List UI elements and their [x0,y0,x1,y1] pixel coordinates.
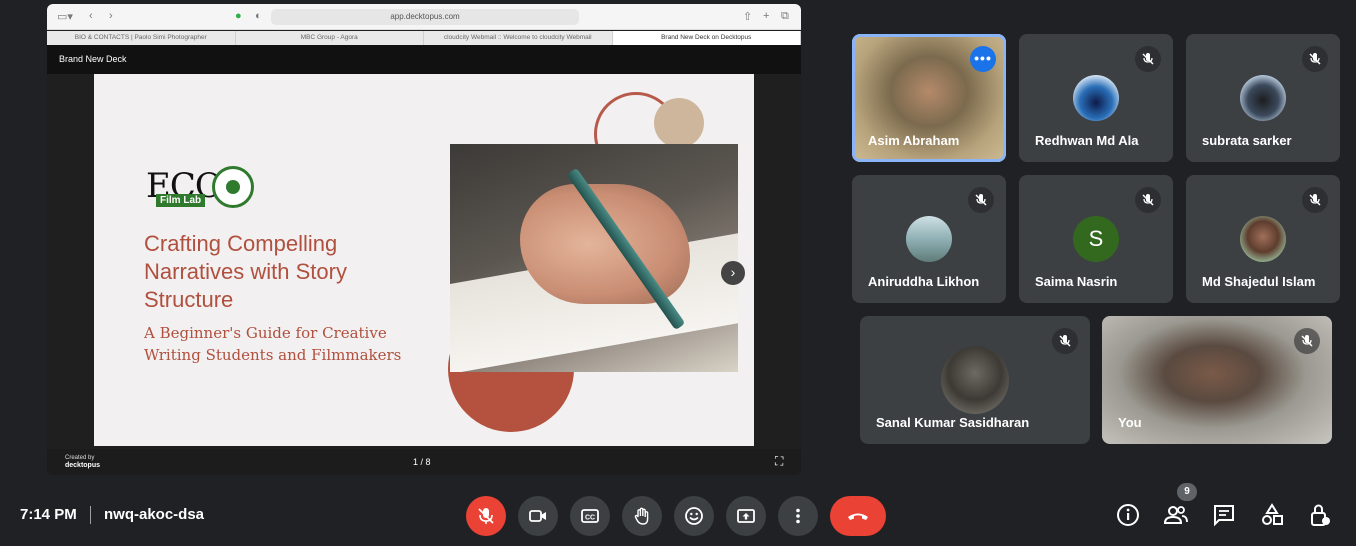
captions-button[interactable]: CC [570,496,610,536]
participant-name: Sanal Kumar Sasidharan [876,415,1030,430]
mic-off-icon [968,187,994,213]
shapes-icon [1262,503,1283,525]
participant-tile[interactable]: Aniruddha Likhon [852,175,1006,303]
chat-button[interactable] [1211,502,1237,528]
avatar [1240,75,1286,121]
svg-text:CC: CC [585,515,595,522]
new-tab-icon[interactable]: + [763,10,769,22]
page-indicator: 1 / 8 [413,457,431,467]
camera-toggle-button[interactable] [518,496,558,536]
participant-name: subrata sarker [1202,133,1292,148]
deck-header: Brand New Deck [47,45,801,74]
deck-footer: Created by decktopus 1 / 8 ⛶ [47,449,801,475]
activities-button[interactable] [1259,502,1285,528]
hand-icon [634,507,649,525]
mic-off-icon [1052,328,1078,354]
participant-name: Saima Nasrin [1035,274,1118,289]
mic-off-icon [1302,187,1328,213]
browser-tab[interactable]: BIO & CONTACTS | Paolo Simi Photographer [47,31,236,45]
participant-name: You [1118,415,1142,430]
created-by-label: Created by [65,455,95,461]
chat-icon [1214,505,1234,527]
avatar [1240,216,1286,262]
browser-tab-active[interactable]: Brand New Deck on Decktopus [612,31,801,45]
participant-tile[interactable]: Redhwan Md Ala [1019,34,1173,162]
mic-toggle-button[interactable] [466,496,506,536]
browser-tab[interactable]: cloudcity Webmail :: Welcome to cloudcit… [424,31,613,45]
divider [90,506,91,524]
participant-tile[interactable]: ••• Asim Abraham [852,34,1006,162]
avatar-letter: S [1088,226,1104,251]
tab-overview-icon[interactable]: ⧉ [781,10,789,23]
participant-name: Aniruddha Likhon [868,274,980,289]
participant-tile-self[interactable]: You [1102,316,1332,444]
raise-hand-button[interactable] [622,496,662,536]
browser-tabs: BIO & CONTACTS | Paolo Simi Photographer… [47,31,801,45]
people-button[interactable] [1163,502,1189,528]
mic-off-icon [1294,328,1320,354]
slide-subtitle: A Beginner's Guide for Creative Writing … [144,324,402,364]
eco-film-lab-logo: ECO Film Lab [146,166,266,212]
participant-name: Asim Abraham [868,133,960,148]
more-options-icon[interactable]: ••• [970,46,996,72]
leave-call-button[interactable] [830,496,886,536]
hang-up-icon [848,513,868,520]
shared-screen: ▭▾ ‹ › ● ◐ app.decktopus.com ⇧ + ⧉ BIO &… [47,4,801,475]
writing-hand-image [450,144,738,372]
address-bar[interactable]: app.decktopus.com [271,9,579,25]
decktopus-branding[interactable]: Created by decktopus [65,455,100,469]
reactions-button[interactable] [674,496,714,536]
decktopus-label: decktopus [65,462,101,469]
deck-title: Brand New Deck [59,54,127,64]
present-screen-button[interactable] [726,496,766,536]
grammarly-icon[interactable]: ● [235,10,242,22]
decor-circle-beige [654,98,704,148]
lock-person-icon [1311,504,1330,526]
mic-off-icon [1135,187,1161,213]
meeting-details-button[interactable] [1115,502,1141,528]
avatar [941,346,1009,414]
captions-icon: CC [581,509,599,523]
emoji-icon [685,507,703,525]
info-icon [1117,504,1139,526]
next-slide-button[interactable]: › [721,261,745,285]
mic-off-icon [1135,46,1161,72]
participant-tile[interactable]: subrata sarker [1186,34,1340,162]
forward-icon[interactable]: › [109,10,113,22]
back-icon[interactable]: ‹ [89,10,93,22]
participant-tile[interactable]: Md Shajedul Islam [1186,175,1340,303]
share-icon[interactable]: ⇧ [743,10,752,23]
people-icon [1163,506,1188,524]
meeting-time: 7:14 PM [20,506,77,523]
film-reel-icon [212,166,254,208]
more-options-button[interactable] [778,496,818,536]
fullscreen-icon[interactable]: ⛶ [775,454,783,469]
mic-off-icon [478,508,494,524]
slide: ECO Film Lab Crafting Compelling Narrati… [94,74,754,446]
avatar [906,216,952,262]
sidebar-icon[interactable]: ▭▾ [57,10,73,23]
participant-name: Md Shajedul Islam [1202,274,1316,289]
participant-tile[interactable]: Sanal Kumar Sasidharan [860,316,1090,444]
logo-badge: Film Lab [156,194,206,207]
hand-shape [520,184,690,304]
participant-name: Redhwan Md Ala [1035,133,1139,148]
participant-tile[interactable]: S Saima Nasrin [1019,175,1173,303]
browser-toolbar: ▭▾ ‹ › ● ◐ app.decktopus.com ⇧ + ⧉ [47,4,801,30]
more-vert-icon [796,508,800,524]
camera-icon [529,510,546,522]
participant-count-badge: 9 [1177,483,1197,501]
shield-icon[interactable]: ◐ [255,10,262,22]
avatar [1073,75,1119,121]
meeting-code: nwq-akoc-dsa [104,506,205,523]
host-controls-button[interactable] [1307,502,1333,528]
slide-title: Crafting Compelling Narratives with Stor… [144,231,347,312]
browser-tab[interactable]: MBC Group - Agora [236,31,424,45]
mic-off-icon [1302,46,1328,72]
present-icon [737,509,755,523]
meet-window: ▭▾ ‹ › ● ◐ app.decktopus.com ⇧ + ⧉ BIO &… [0,0,1356,546]
avatar: S [1073,216,1119,262]
